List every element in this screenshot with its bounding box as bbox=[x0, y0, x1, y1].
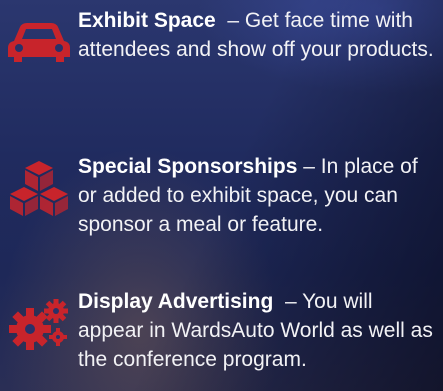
item-text: Display Advertising – You will appear in… bbox=[78, 287, 439, 374]
item-title: Exhibit Space bbox=[78, 9, 216, 32]
item-text: Exhibit Space – Get face time with atten… bbox=[78, 6, 439, 64]
item-title: Display Advertising bbox=[78, 290, 274, 313]
car-icon bbox=[4, 12, 74, 72]
item-title: Special Sponsorships bbox=[78, 155, 298, 178]
gears-icon bbox=[4, 293, 74, 353]
item-text: Special Sponsorships – In place of or ad… bbox=[78, 152, 439, 239]
cubes-icon bbox=[4, 158, 74, 218]
